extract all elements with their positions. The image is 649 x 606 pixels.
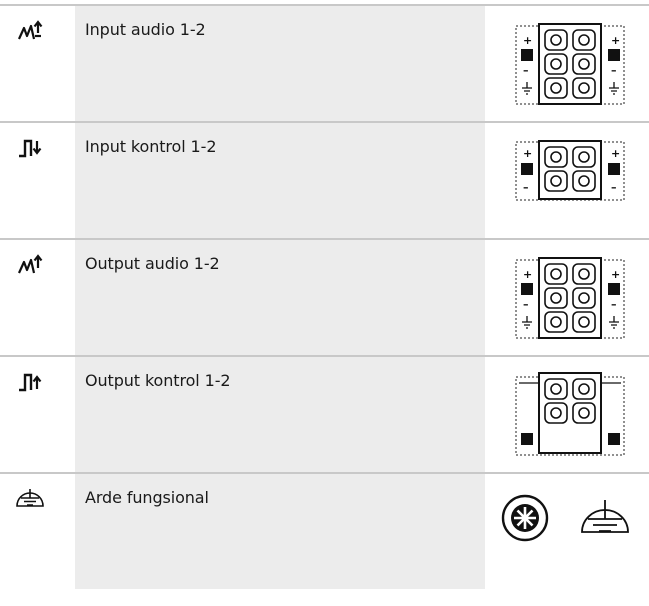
picture-cell xyxy=(485,474,649,589)
label-cell: Input kontrol 1-2 xyxy=(75,123,485,238)
audio-input-connector: + + – – xyxy=(515,23,625,105)
table-row: Output audio 1-2 + + – – xyxy=(0,238,649,355)
svg-text:+: + xyxy=(523,147,532,160)
control-output-icon xyxy=(19,373,42,392)
functional-earth-icon xyxy=(16,489,44,507)
svg-text:–: – xyxy=(523,64,529,77)
picture-cell xyxy=(485,357,649,472)
icon-cell xyxy=(0,357,75,472)
row-label: Output audio 1-2 xyxy=(85,254,220,273)
icon-cell xyxy=(0,474,75,589)
row-label: Input audio 1-2 xyxy=(85,20,206,39)
control-output-connector xyxy=(515,372,625,456)
audio-output-connector: + + – – xyxy=(515,257,625,339)
table-row: Input audio 1-2 + + – – xyxy=(0,4,649,121)
table-row: Input kontrol 1-2 + + – – xyxy=(0,121,649,238)
svg-text:+: + xyxy=(611,268,620,281)
picture-cell: + + – – xyxy=(485,240,649,355)
svg-text:+: + xyxy=(523,268,532,281)
svg-text:–: – xyxy=(523,181,529,194)
row-label: Arde fungsional xyxy=(85,488,209,507)
connection-table: Input audio 1-2 + + – – Input kontrol 1-… xyxy=(0,4,649,589)
audio-input-icon xyxy=(17,20,43,40)
icon-cell xyxy=(0,123,75,238)
picture-cell: + + – – xyxy=(485,6,649,121)
earth-screw-and-symbol xyxy=(501,494,629,542)
picture-cell: + + – – xyxy=(485,123,649,238)
svg-text:–: – xyxy=(611,181,617,194)
table-row: Output kontrol 1-2 xyxy=(0,355,649,472)
row-label: Input kontrol 1-2 xyxy=(85,137,217,156)
label-cell: Output audio 1-2 xyxy=(75,240,485,355)
svg-text:+: + xyxy=(611,34,620,47)
svg-text:–: – xyxy=(611,298,617,311)
icon-cell xyxy=(0,6,75,121)
label-cell: Output kontrol 1-2 xyxy=(75,357,485,472)
label-cell: Input audio 1-2 xyxy=(75,6,485,121)
svg-text:–: – xyxy=(611,64,617,77)
label-cell: Arde fungsional xyxy=(75,474,485,589)
control-input-icon xyxy=(19,139,42,158)
icon-cell xyxy=(0,240,75,355)
svg-text:–: – xyxy=(523,298,529,311)
table-row: Arde fungsional xyxy=(0,472,649,589)
svg-text:+: + xyxy=(523,34,532,47)
control-input-connector: + + – – xyxy=(515,140,625,201)
audio-output-icon xyxy=(17,254,43,274)
row-label: Output kontrol 1-2 xyxy=(85,371,231,390)
svg-text:+: + xyxy=(611,147,620,160)
